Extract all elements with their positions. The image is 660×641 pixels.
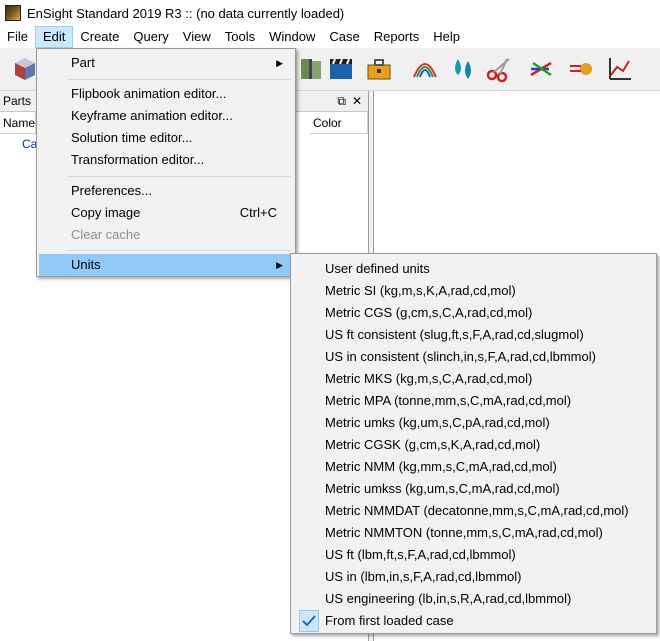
menu-item-copy-image[interactable]: Copy image Ctrl+C [39, 202, 293, 224]
units-item[interactable]: Metric MKS (kg,m,s,C,A,rad,cd,mol) [293, 368, 654, 390]
units-item[interactable]: US ft (lbm,ft,s,F,A,rad,cd,lbmmol) [293, 544, 654, 566]
menu-reports[interactable]: Reports [367, 26, 427, 48]
menu-case[interactable]: Case [322, 26, 366, 48]
menu-window[interactable]: Window [262, 26, 322, 48]
column-name[interactable]: Name [0, 112, 36, 134]
units-item[interactable]: Metric SI (kg,m,s,K,A,rad,cd,mol) [293, 280, 654, 302]
vector-arrows-icon[interactable] [526, 54, 556, 84]
menu-create[interactable]: Create [73, 26, 126, 48]
edit-menu: Part ▶ Flipbook animation editor... Keyf… [36, 48, 296, 277]
copy-image-shortcut: Ctrl+C [239, 205, 277, 220]
menu-item-copy-image-label: Copy image [71, 205, 141, 220]
units-item[interactable]: Metric NMM (kg,mm,s,C,mA,rad,cd,mol) [293, 456, 654, 478]
units-item[interactable]: US ft consistent (slug,ft,s,F,A,rad,cd,s… [293, 324, 654, 346]
units-item[interactable]: Metric CGS (g,cm,s,C,A,rad,cd,mol) [293, 302, 654, 324]
menu-separator [67, 250, 291, 251]
isosurface-icon[interactable] [296, 54, 326, 84]
menu-item-clear-cache: Clear cache [71, 227, 141, 242]
units-item[interactable]: User defined units [293, 258, 654, 280]
axis-plot-icon[interactable] [604, 54, 634, 84]
menu-item-preferences[interactable]: Preferences... [39, 180, 293, 202]
units-item[interactable]: US in (lbm,in,s,F,A,rad,cd,lbmmol) [293, 566, 654, 588]
window-title: EnSight Standard 2019 R3 :: (no data cur… [27, 5, 345, 21]
units-item[interactable]: US engineering (lb,in,s,R,A,rad,cd,lbmmo… [293, 588, 654, 610]
menu-separator [67, 176, 291, 177]
units-item[interactable]: Metric MPA (tonne,mm,s,C,mA,rad,cd,mol) [293, 390, 654, 412]
water-drops-icon[interactable] [448, 54, 478, 84]
menu-item-solution-time[interactable]: Solution time editor... [39, 127, 293, 149]
units-item[interactable]: Metric NMMTON (tonne,mm,s,C,mA,rad,cd,mo… [293, 522, 654, 544]
menu-item-keyframe[interactable]: Keyframe animation editor... [39, 105, 293, 127]
column-color[interactable]: Color [310, 112, 368, 134]
units-item-label: From first loaded case [325, 613, 454, 628]
menu-file[interactable]: File [0, 26, 35, 48]
menu-item-flipbook[interactable]: Flipbook animation editor... [39, 83, 293, 105]
menu-bar: File Edit Create Query View Tools Window… [0, 26, 660, 48]
menu-edit[interactable]: Edit [34, 26, 74, 48]
units-item[interactable]: Metric umks (kg,um,s,C,pA,rad,cd,mol) [293, 412, 654, 434]
menu-item-part-label: Part [71, 55, 95, 70]
units-submenu: User defined units Metric SI (kg,m,s,K,A… [290, 253, 657, 634]
close-panel-icon[interactable]: ✕ [352, 94, 362, 109]
menu-query[interactable]: Query [126, 26, 175, 48]
units-item[interactable]: Metric NMMDAT (decatonne,mm,s,C,mA,rad,c… [293, 500, 654, 522]
toolbox-icon[interactable] [364, 54, 394, 84]
submenu-arrow-icon: ▶ [276, 58, 283, 68]
menu-item-units[interactable]: Units ▶ [39, 254, 293, 276]
scissors-icon[interactable] [484, 54, 514, 84]
units-item[interactable]: Metric CGSK (g,cm,s,K,A,rad,cd,mol) [293, 434, 654, 456]
units-item-from-first-case[interactable]: From first loaded case [293, 610, 654, 632]
particle-trace-icon[interactable] [566, 54, 596, 84]
title-bar: EnSight Standard 2019 R3 :: (no data cur… [0, 0, 660, 26]
menu-separator [67, 79, 291, 80]
submenu-arrow-icon: ▶ [276, 260, 283, 270]
menu-item-transformation[interactable]: Transformation editor... [39, 149, 293, 171]
clapperboard-icon[interactable] [326, 54, 356, 84]
contour-lines-icon[interactable] [410, 54, 440, 84]
units-item[interactable]: Metric umkss (kg,um,s,C,mA,rad,cd,mol) [293, 478, 654, 500]
float-panel-icon[interactable]: ⧉ [337, 94, 346, 109]
menu-help[interactable]: Help [426, 26, 467, 48]
parts-panel-title: Parts [3, 94, 32, 108]
ensight-app-icon [5, 5, 21, 21]
menu-tools[interactable]: Tools [218, 26, 262, 48]
units-item[interactable]: US in consistent (slinch,in,s,F,A,rad,cd… [293, 346, 654, 368]
menu-view[interactable]: View [176, 26, 218, 48]
checkmark-icon [299, 610, 319, 632]
menu-item-part[interactable]: Part ▶ [39, 52, 293, 74]
menu-item-units-label: Units [71, 257, 101, 272]
